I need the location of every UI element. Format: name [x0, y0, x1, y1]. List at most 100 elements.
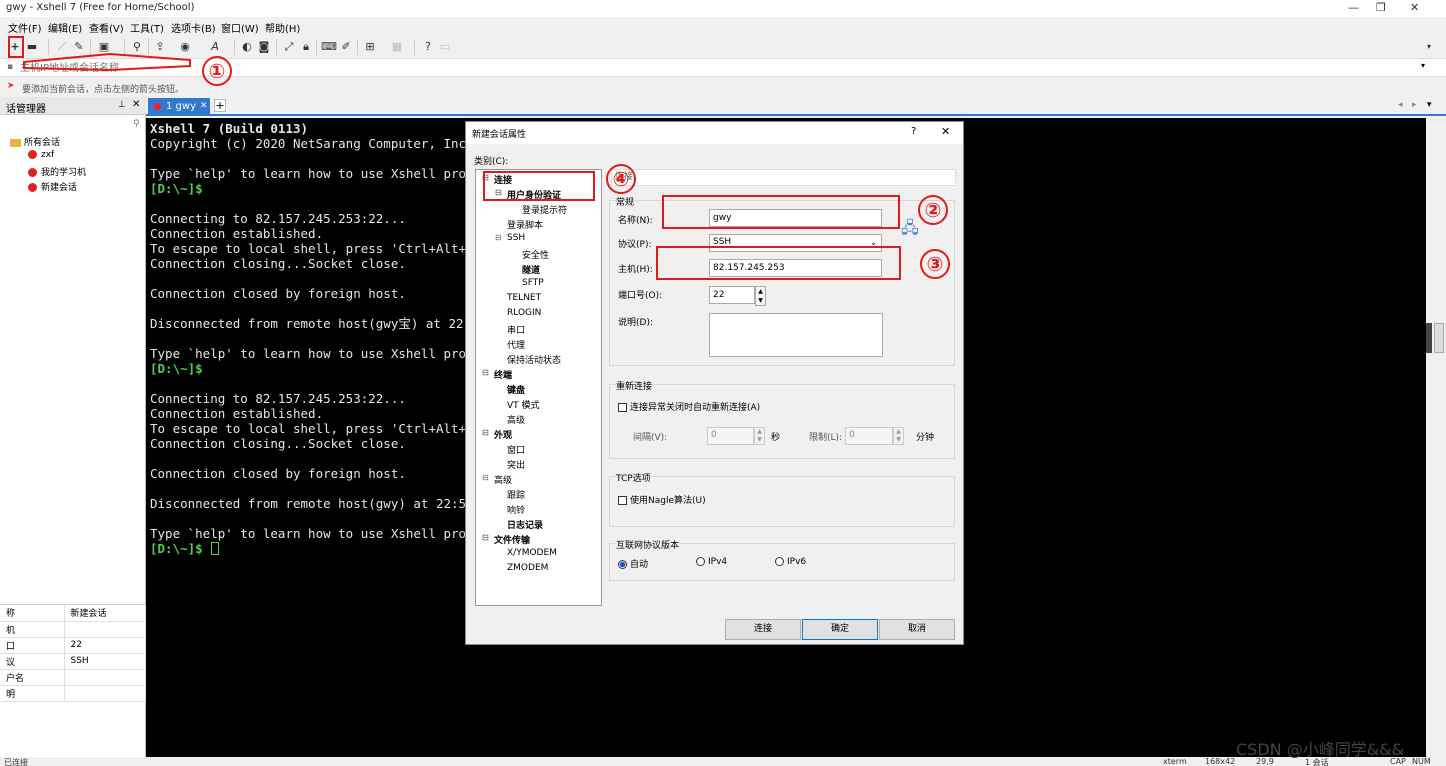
hint-text: 要添加当前会话，点击左侧的箭头按钮。 — [22, 85, 185, 95]
ok-button[interactable]: 确定 — [802, 619, 878, 640]
menu-file[interactable]: 文件(F) — [8, 20, 42, 35]
status-num: NUM — [1412, 757, 1431, 766]
close-icon[interactable]: ✕ — [1410, 1, 1419, 14]
tree-item[interactable]: 响铃 — [507, 503, 525, 516]
tree-item[interactable]: TELNET — [507, 293, 541, 303]
chat-icon[interactable]: ▭ — [438, 40, 452, 54]
terminal-line: Disconnected from remote host(gwy宝) at 2… — [150, 316, 464, 331]
tree-expander-icon[interactable]: ⊟ — [495, 233, 502, 242]
layout-icon[interactable]: ▦ — [390, 40, 404, 54]
tree-item[interactable]: 日志记录 — [507, 518, 543, 531]
fullscreen-icon[interactable]: ⤢ — [282, 40, 296, 54]
xmanager-icon[interactable]: ◙ — [257, 40, 271, 54]
panel-close-icon[interactable]: ✕ — [132, 99, 140, 110]
tree-item[interactable]: 高级 — [507, 413, 525, 426]
terminal-line: Copyright (c) 2020 NetSarang Computer, I… — [150, 136, 467, 151]
ip-auto-radio[interactable]: 自动 — [618, 557, 648, 570]
tab-close-icon[interactable]: ✕ — [200, 101, 208, 111]
connect-button[interactable]: 连接 — [725, 619, 801, 640]
terminal-line: To escape to local shell, press 'Ctrl+Al… — [150, 421, 467, 436]
menu-help[interactable]: 帮助(H) — [265, 20, 300, 35]
port-input[interactable] — [709, 286, 755, 304]
interval-input[interactable]: 0 — [707, 427, 754, 445]
limit-input[interactable]: 0 — [845, 427, 893, 445]
tree-item[interactable]: RLOGIN — [507, 308, 541, 318]
category-tree[interactable]: ⊟ 连接 ⊟ 用户身份验证 登录提示符 登录脚本 ⊟ SSH 安全性 隧道 SFTP TELNET RL… — [475, 169, 602, 606]
arrow-icon[interactable]: ➤ — [7, 81, 15, 91]
tree-item[interactable]: VT 模式 — [507, 398, 540, 411]
vertical-scrollbar[interactable] — [1426, 118, 1446, 757]
search-icon[interactable]: ⚲ — [133, 119, 140, 129]
tree-expander-icon[interactable]: ⊟ — [482, 533, 489, 542]
font-icon[interactable]: A — [208, 40, 222, 54]
maximize-icon[interactable]: ❐ — [1376, 1, 1386, 14]
session-item-new[interactable]: 新建会话 — [28, 180, 77, 193]
tree-root[interactable]: 所有会话 — [10, 135, 60, 148]
session-item-zxf[interactable]: zxf — [28, 150, 54, 160]
help-icon[interactable]: ? — [421, 40, 435, 54]
dialog-title-bar: 新建会话属性 ? ✕ — [466, 122, 963, 144]
tree-item[interactable]: 安全性 — [522, 248, 549, 261]
interval-unit: 秒 — [771, 433, 781, 443]
nagle-checkbox[interactable]: 使用Nagle算法(U) — [618, 493, 706, 506]
menu-view[interactable]: 查看(V) — [89, 20, 124, 35]
tree-item[interactable]: 保持活动状态 — [507, 353, 561, 366]
terminal-line: Connection closed by foreign host. — [150, 466, 406, 481]
add-tab-icon[interactable]: + — [214, 99, 226, 112]
tree-item[interactable]: 突出 — [507, 458, 525, 471]
tree-item[interactable]: ⊟ 终端 — [482, 368, 512, 381]
scroll-thumb[interactable] — [1434, 323, 1444, 353]
terminal-line: Disconnected from remote host(gwy) at 22… — [150, 496, 467, 511]
interval-spinner[interactable]: ▲ ▼ — [754, 427, 765, 445]
ip-v6-radio[interactable]: IPv6 — [775, 557, 806, 567]
dialog-close-icon[interactable]: ✕ — [941, 125, 950, 138]
tree-item[interactable]: 隧道 — [522, 263, 540, 276]
tab-list-icon[interactable]: ▾ — [1427, 100, 1432, 110]
limit-spinner[interactable]: ▲ ▼ — [893, 427, 904, 445]
description-textarea[interactable] — [709, 313, 883, 357]
tree-expander-icon[interactable]: ⊟ — [482, 473, 489, 482]
lock-small-icon: ▪ — [7, 62, 14, 72]
menu-tools[interactable]: 工具(T) — [130, 20, 164, 35]
minimize-icon[interactable]: — — [1348, 1, 1359, 14]
menu-edit[interactable]: 编辑(E) — [48, 20, 82, 35]
tree-item[interactable]: 串口 — [507, 323, 525, 336]
toolbar-overflow-icon[interactable]: ▾ — [1422, 40, 1436, 54]
tree-item[interactable]: ZMODEM — [507, 563, 548, 573]
address-dropdown-icon[interactable]: ▾ — [1421, 61, 1425, 70]
tree-item[interactable]: ⊟ 文件传输 — [482, 533, 530, 546]
session-item-study[interactable]: 我的学习机 — [28, 165, 86, 178]
tree-item[interactable]: 跟踪 — [507, 488, 525, 501]
checkbox-icon — [618, 403, 627, 412]
tree-expander-icon[interactable]: ⊟ — [482, 428, 489, 437]
tree-item[interactable]: X/YMODEM — [507, 548, 557, 558]
tab-gwy[interactable]: 1 gwy ✕ — [148, 98, 210, 116]
tree-item[interactable]: SFTP — [522, 278, 544, 288]
annotation-arrow — [23, 52, 191, 72]
xftp-icon[interactable]: ◐ — [240, 40, 254, 54]
script-icon[interactable]: ✐ — [339, 40, 353, 54]
menu-tabs[interactable]: 选项卡(B) — [171, 20, 216, 35]
port-spinner[interactable]: ▲ ▼ — [755, 286, 766, 306]
tree-item[interactable]: ⊟ SSH — [495, 233, 525, 243]
tree-item[interactable]: ⊟ 高级 — [482, 473, 512, 486]
tab-next-icon[interactable]: ▸ — [1412, 100, 1417, 110]
auto-reconnect-checkbox[interactable]: 连接异常关闭时自动重新连接(A) — [618, 400, 760, 413]
dialog-help-icon[interactable]: ? — [911, 126, 916, 137]
tab-prev-icon[interactable]: ◂ — [1398, 100, 1403, 110]
tree-item[interactable]: ⊟ 外观 — [482, 428, 512, 441]
tree-item[interactable]: 键盘 — [507, 383, 525, 396]
new-tab-icon[interactable]: ⊞ — [363, 40, 377, 54]
tree-item[interactable]: 代理 — [507, 338, 525, 351]
menu-window[interactable]: 窗口(W) — [221, 20, 259, 35]
tree-item[interactable]: 窗口 — [507, 443, 525, 456]
ip-v4-radio[interactable]: IPv4 — [696, 557, 727, 567]
pin-icon[interactable]: ⊥ — [118, 100, 126, 110]
tree-expander-icon[interactable]: ⊟ — [482, 368, 489, 377]
tree-item[interactable]: 登录脚本 — [507, 218, 543, 231]
lock-icon[interactable]: 🔒︎ — [299, 40, 313, 54]
tree-item[interactable]: 登录提示符 — [522, 203, 567, 216]
cancel-button[interactable]: 取消 — [879, 619, 955, 640]
keyboard-icon[interactable]: ⌨ — [321, 40, 337, 54]
annotation-box-name — [662, 195, 900, 229]
